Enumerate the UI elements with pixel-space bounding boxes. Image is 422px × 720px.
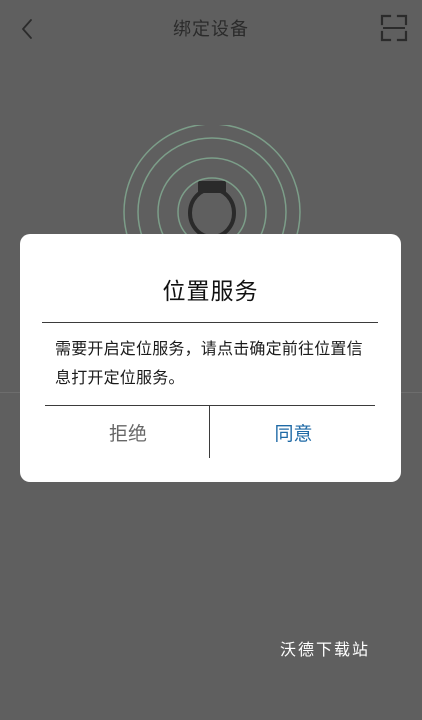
location-service-dialog: 位置服务 需要开启定位服务，请点击确定前往位置信息打开定位服务。 拒绝 同意 xyxy=(20,234,401,482)
reject-button[interactable]: 拒绝 xyxy=(48,406,208,458)
button-separator xyxy=(209,406,210,458)
top-bar: 绑定设备 xyxy=(0,0,422,58)
agree-button[interactable]: 同意 xyxy=(211,406,376,458)
scan-button[interactable] xyxy=(380,14,408,42)
watermark-text: 沃德下载站 xyxy=(280,640,371,659)
dialog-title-divider xyxy=(42,322,378,323)
scan-frame-icon xyxy=(380,14,408,42)
page-title: 绑定设备 xyxy=(173,19,249,40)
ring-device-icon xyxy=(188,181,236,239)
dialog-title: 位置服务 xyxy=(162,279,259,305)
dialog-message: 需要开启定位服务，请点击确定前往位置信息打开定位服务。 xyxy=(55,339,363,387)
